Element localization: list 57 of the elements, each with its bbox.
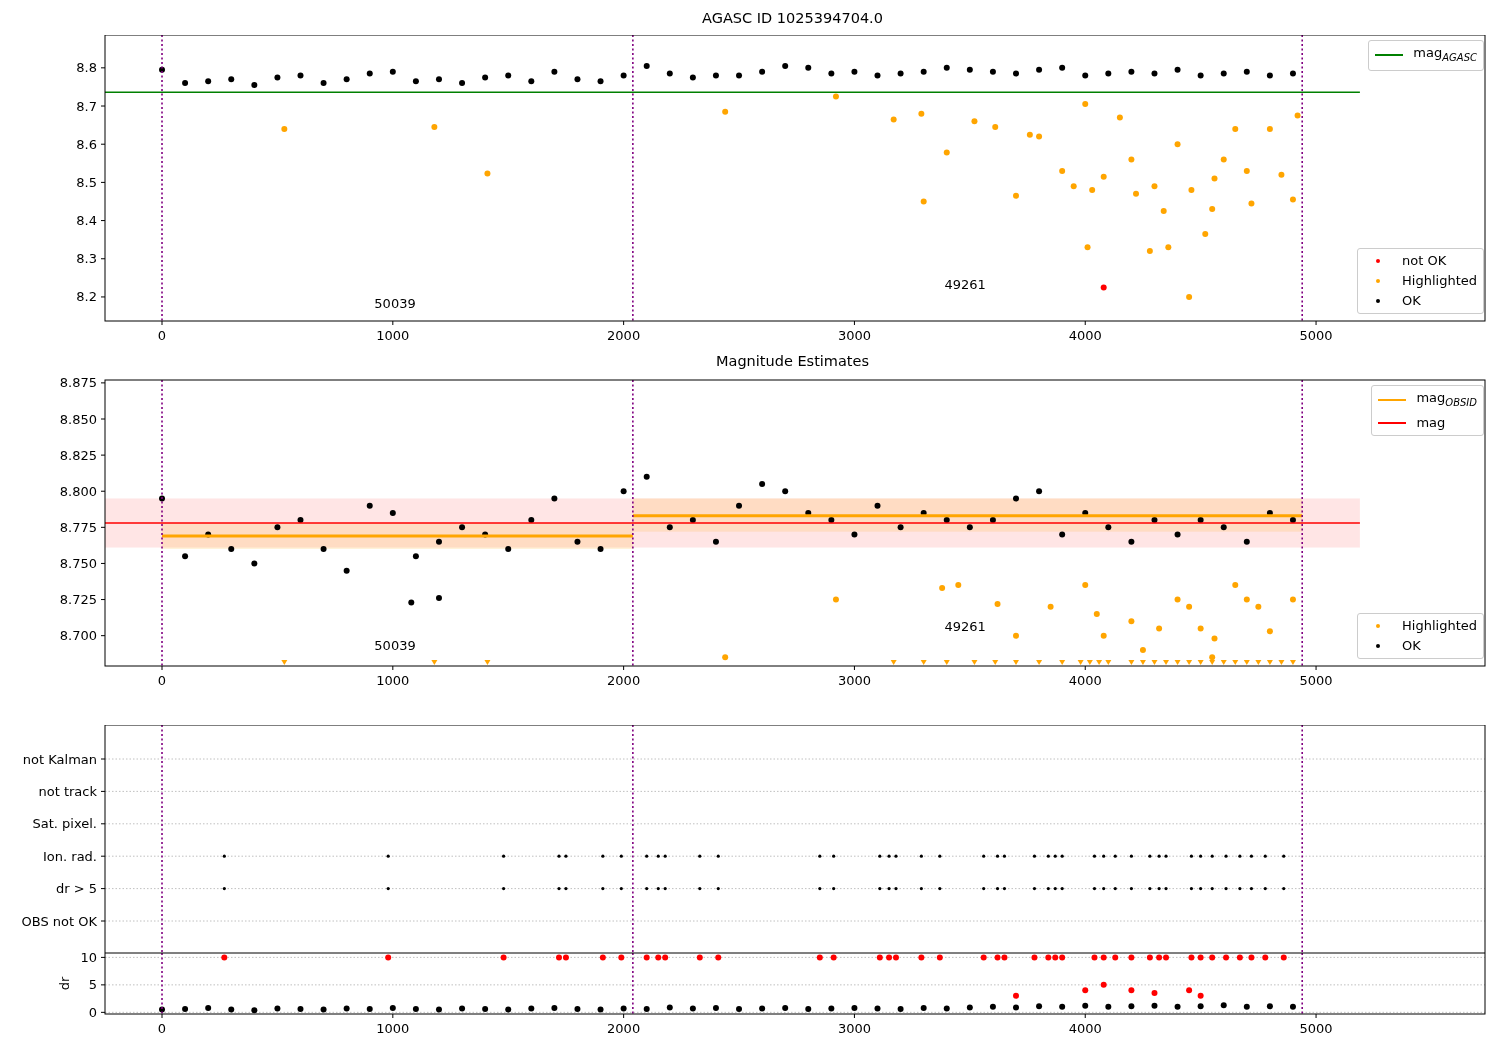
legend-label: mag$_{AGASC}$ xyxy=(1413,44,1477,65)
annotation-label: 49261 xyxy=(944,619,986,635)
annotation-label: 50039 xyxy=(374,638,416,654)
tick-label: 1000 xyxy=(376,673,410,688)
axis-title: dr xyxy=(57,976,72,991)
tick-label: 4000 xyxy=(1068,673,1102,688)
legend-label: Highlighted xyxy=(1402,617,1477,635)
annotation-label: 50039 xyxy=(374,296,416,312)
tick-label: 3000 xyxy=(837,1021,871,1036)
tick-label: 1000 xyxy=(376,328,410,343)
legend-label: not OK xyxy=(1402,252,1447,270)
tick-label: 0 xyxy=(157,1021,167,1036)
tick-label: 8.3 xyxy=(76,251,97,267)
row-label: Ion. rad. xyxy=(43,848,97,864)
tick-label: 8.750 xyxy=(59,555,97,571)
tick-label: 8.825 xyxy=(59,447,97,463)
tick-label: 10 xyxy=(80,953,97,965)
tick-label: 8.5 xyxy=(76,174,97,190)
tick-label: 5000 xyxy=(1299,1021,1333,1036)
legend-label: OK xyxy=(1402,292,1421,310)
tick-label: 4000 xyxy=(1068,328,1102,343)
annotation-label: 49261 xyxy=(944,277,986,293)
tick-label: 5000 xyxy=(1299,673,1333,688)
legend-label: mag$_{OBSID}$ xyxy=(1416,389,1477,410)
tick-label: 0 xyxy=(88,1004,97,1020)
tick-label: 3000 xyxy=(837,673,871,688)
tick-label: 5 xyxy=(88,977,97,993)
legend-label: Highlighted xyxy=(1402,272,1477,290)
legend-label: OK xyxy=(1402,637,1421,655)
tick-label: 8.775 xyxy=(59,519,97,535)
tick-label: 8.4 xyxy=(76,213,97,229)
tick-label: 8.8 xyxy=(76,60,97,76)
tick-label: 0 xyxy=(157,673,167,688)
tick-label: 8.700 xyxy=(59,628,97,644)
tick-label: 8.850 xyxy=(59,411,97,427)
tick-label: 8.725 xyxy=(59,592,97,608)
tick-label: 8.800 xyxy=(59,483,97,499)
tick-label: 2000 xyxy=(607,1021,641,1036)
tick-label: 1000 xyxy=(376,1021,410,1036)
tick-label: 8.7 xyxy=(76,98,97,114)
row-label: not track xyxy=(38,783,97,799)
tick-label: 8.875 xyxy=(59,376,97,391)
tick-label: 0 xyxy=(157,328,167,343)
tick-label: 5000 xyxy=(1299,328,1333,343)
row-label: dr > 5 xyxy=(55,881,97,897)
tick-label: 8.2 xyxy=(76,289,97,305)
row-label: not Kalman xyxy=(22,751,97,767)
tick-label: 3000 xyxy=(837,328,871,343)
tick-label: 4000 xyxy=(1068,1021,1102,1036)
chart-title: AGASC ID 1025394704.0 xyxy=(702,9,883,26)
row-label: Sat. pixel. xyxy=(32,816,97,832)
chart-title: Magnitude Estimates xyxy=(716,352,869,369)
tick-label: 8.6 xyxy=(76,136,97,152)
tick-label: 2000 xyxy=(607,328,641,343)
row-label: OBS not OK xyxy=(21,913,97,929)
legend-label: mag xyxy=(1416,413,1446,432)
tick-label: 2000 xyxy=(607,673,641,688)
